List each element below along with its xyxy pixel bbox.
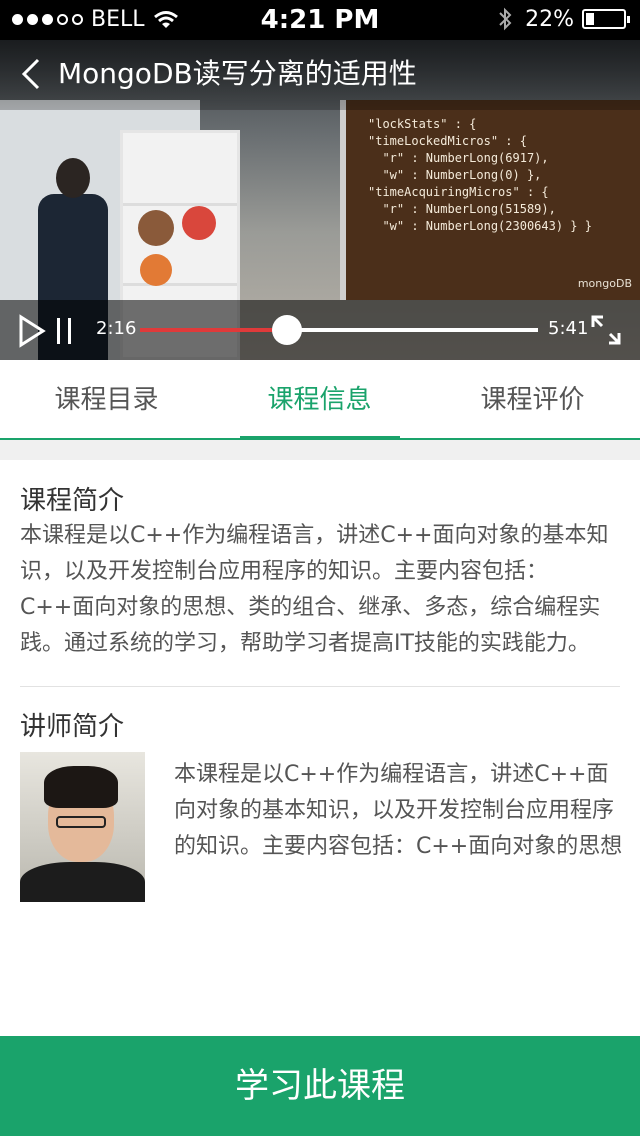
video-title: MongoDB读写分离的适用性 [58,57,417,90]
teacher-avatar [20,752,145,902]
back-arrow-icon[interactable] [18,54,52,94]
video-title-bar: MongoDB读写分离的适用性 [0,40,640,110]
play-icon[interactable] [18,314,46,348]
battery-icon [582,9,630,29]
video-duration: 5:41 [548,318,589,339]
seek-bar-thumb[interactable] [272,315,303,345]
slide-logo: mongoDB [577,277,632,290]
status-bar: BELL 4:21 PM 22% [0,0,640,40]
tab-course-catalog[interactable]: 课程目录 [0,360,213,440]
tab-course-info[interactable]: 课程信息 [213,360,426,440]
current-time: 2:16 [96,318,137,339]
teacher-intro-text: 本课程是以C++作为编程语言，讲述C++面向对象的基本知识，以及开发控制台应用程… [174,762,623,859]
status-bar-right: 22% [497,6,630,32]
video-scene-toy [138,210,174,246]
tab-course-review[interactable]: 课程评价 [426,360,639,440]
battery-percent: 22% [525,6,574,32]
slide-code-text: "lockStats" : { "timeLockedMicros" : { "… [368,117,592,233]
study-course-button[interactable]: 学习此课程 [0,1036,640,1136]
seek-bar[interactable] [140,315,538,345]
pause-icon[interactable] [54,316,74,346]
video-controls: 2:16 5:41 [0,300,640,360]
video-scene-toy [140,254,172,286]
video-player[interactable]: "lockStats" : { "timeLockedMicros" : { "… [0,40,640,360]
section-separator [0,440,640,460]
divider [20,686,620,687]
bluetooth-icon [499,7,512,31]
video-scene-projection-screen: "lockStats" : { "timeLockedMicros" : { "… [340,100,640,300]
video-scene-toy [182,206,216,240]
seek-bar-progress [140,328,288,332]
course-intro-heading: 课程简介 [20,486,125,516]
teacher-intro-heading: 讲师简介 [20,712,125,742]
fullscreen-icon[interactable] [590,314,622,346]
course-tabs: 课程目录 课程信息 课程评价 [0,360,640,440]
course-intro-text: 本课程是以C++作为编程语言，讲述C++面向对象的基本知识，以及开发控制台应用程… [20,523,609,656]
